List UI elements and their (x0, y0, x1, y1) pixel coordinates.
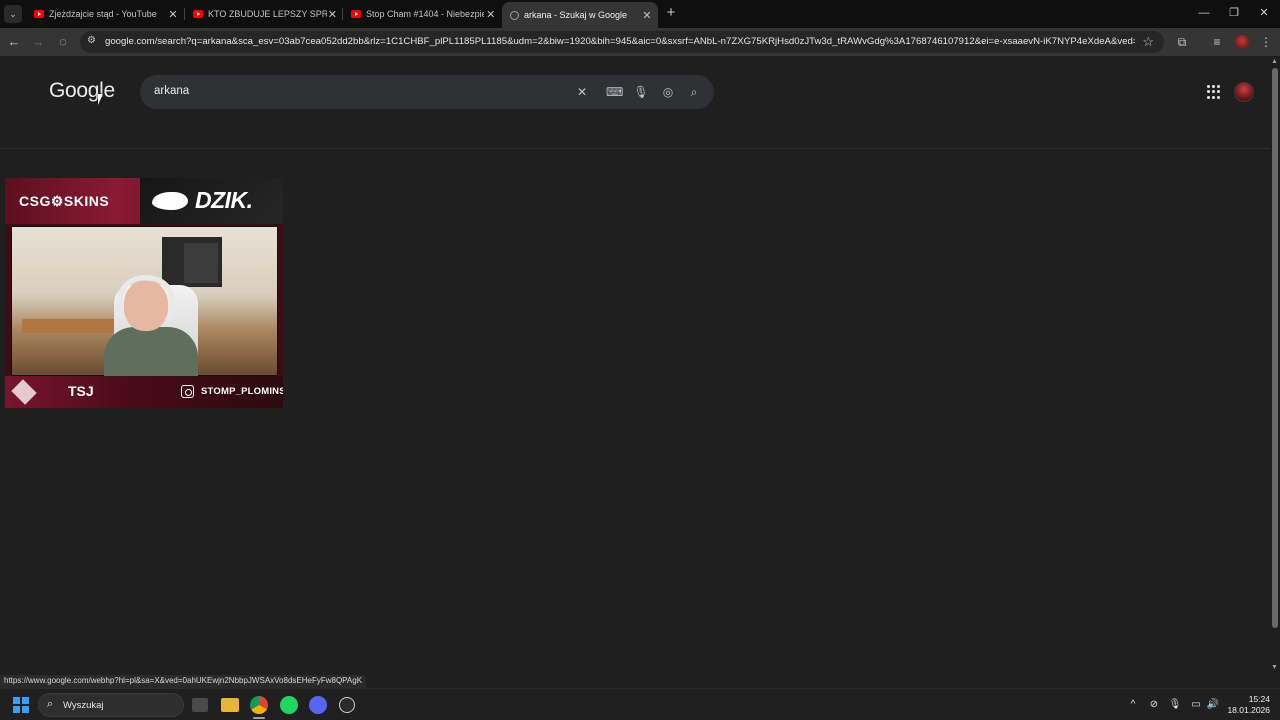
tab-youtube-1[interactable]: Zjeżdżajcie stąd - YouTube ✕ (26, 2, 184, 26)
tab-title: Zjeżdżajcie stąd - YouTube (49, 9, 157, 19)
tab-youtube-2[interactable]: KTO ZBUDUJE LEPSZY SPRZĘT ... ✕ (185, 2, 342, 26)
address-bar[interactable]: ⚙ google.com/search?q=arkana&sca_esv=03a… (80, 31, 1164, 53)
windows-taskbar: ⌕ Wyszukaj ^ ⊘ 🎙 ▭ 🔊 15:24 18.01.2026 (0, 688, 1280, 720)
search-input[interactable]: arkana (154, 85, 189, 97)
file-explorer-icon[interactable] (221, 698, 239, 712)
clear-icon[interactable]: ✕ (574, 84, 590, 100)
tab-title: Stop Cham #1404 - Niebezpiec... (366, 9, 485, 19)
spotify-icon[interactable] (280, 696, 298, 714)
chevron-down-icon: ⌄ (9, 8, 17, 19)
close-icon[interactable]: ✕ (166, 8, 180, 21)
clock[interactable]: 15:24 18.01.2026 (1222, 694, 1270, 716)
account-avatar[interactable] (1234, 82, 1254, 102)
active-app-indicator (253, 717, 265, 719)
restore-icon: ❐ (1229, 7, 1239, 19)
media-control-icon[interactable]: ≡ (1209, 34, 1225, 50)
close-icon[interactable]: ✕ (640, 9, 654, 22)
mouse-cursor-icon (98, 94, 103, 105)
menu-dots-icon[interactable]: ⋮ (1258, 34, 1274, 50)
boar-icon (152, 192, 188, 210)
search-box[interactable]: arkana ✕ ⌨ 🎙 ◎ ⌕ (140, 75, 714, 109)
page-scrollbar[interactable]: ▲ ▼ (1270, 56, 1280, 676)
forward-button[interactable]: → (30, 34, 46, 50)
browser-toolbar: ← → ◌ ⚙ google.com/search?q=arkana&sca_e… (0, 28, 1280, 56)
taskbar-search[interactable]: ⌕ Wyszukaj (38, 693, 184, 717)
youtube-icon (193, 10, 203, 18)
apps-grid-icon[interactable] (1207, 85, 1221, 99)
messenger-icon[interactable] (309, 696, 327, 714)
new-tab-button[interactable]: + (663, 5, 679, 21)
tab-google-search[interactable]: arkana - Szukaj w Google ✕ (502, 2, 658, 28)
microphone-icon[interactable]: 🎙 (633, 84, 649, 100)
minimize-icon: — (1198, 7, 1210, 19)
display-icon[interactable]: ▭ (1189, 698, 1203, 712)
youtube-icon (34, 10, 44, 18)
close-icon[interactable]: ✕ (327, 8, 338, 21)
chrome-icon[interactable] (250, 696, 268, 714)
youtube-icon (351, 10, 361, 18)
taskbar-search-placeholder[interactable]: Wyszukaj (63, 700, 104, 711)
google-logo[interactable]: Google (49, 79, 115, 103)
back-button[interactable]: ← (6, 34, 22, 50)
google-header: Google arkana ✕ ⌨ 🎙 ◎ ⌕ (0, 56, 1270, 149)
close-window-button[interactable]: ✕ (1256, 5, 1272, 21)
volume-icon[interactable]: 🔊 (1206, 698, 1220, 712)
network-icon[interactable]: ⊘ (1147, 698, 1161, 712)
url-text[interactable]: google.com/search?q=arkana&sca_esv=03ab7… (105, 36, 1135, 47)
plus-icon: + (666, 4, 676, 21)
loading-spinner-icon: ◌ (59, 34, 67, 49)
close-icon[interactable]: ✕ (484, 8, 497, 21)
keyboard-icon[interactable]: ⌨ (606, 84, 623, 100)
stop-loading-button[interactable]: ◌ (55, 34, 71, 50)
dzik-logo: DZIK. (195, 187, 253, 213)
chevron-up-icon[interactable]: ^ (1126, 698, 1140, 712)
site-info-icon[interactable]: ⚙ (87, 35, 99, 49)
app-icon[interactable] (339, 697, 355, 713)
arrow-left-icon: ← (7, 34, 21, 49)
bookmark-star-icon[interactable]: ☆ (1142, 34, 1154, 50)
scrollbar-thumb[interactable] (1272, 68, 1278, 628)
close-icon: ✕ (1259, 7, 1269, 19)
tsj-logo: TSJ (68, 383, 94, 399)
status-url-bubble: https://www.google.com/webhp?hl=pl&sa=X&… (0, 675, 367, 688)
task-view-icon[interactable] (192, 698, 208, 712)
csgoskins-logo: CSG⚙SKINS (19, 193, 110, 209)
scroll-down-icon[interactable]: ▼ (1271, 664, 1278, 671)
image-result-thumbnail[interactable]: CSG⚙SKINS DZIK. TSJ STOMP_PLOMINSKI (5, 178, 283, 408)
tab-youtube-3[interactable]: Stop Cham #1404 - Niebezpiec... ✕ (343, 2, 501, 26)
profile-avatar[interactable] (1235, 35, 1249, 49)
poster (184, 243, 218, 283)
extensions-icon[interactable]: ⧉ (1174, 34, 1190, 50)
clock-date: 18.01.2026 (1227, 705, 1270, 715)
instagram-handle: STOMP_PLOMINSKI (201, 386, 283, 397)
headset (118, 275, 174, 319)
instagram-icon (181, 385, 194, 398)
dzik-banner: DZIK. (140, 178, 283, 224)
search-icon: ⌕ (47, 698, 54, 710)
arrow-right-icon: → (31, 34, 45, 49)
tab-strip: ⌄ Zjeżdżajcie stąd - YouTube ✕ KTO ZBUDU… (0, 0, 1280, 28)
tab-title: KTO ZBUDUJE LEPSZY SPRZĘT ... (208, 9, 327, 19)
tab-title: arkana - Szukaj w Google (524, 10, 628, 20)
clock-time: 15:24 (1248, 694, 1270, 704)
google-icon (510, 10, 519, 20)
lens-camera-icon[interactable]: ◎ (660, 84, 676, 100)
search-icon[interactable]: ⌕ (686, 84, 702, 100)
scroll-up-icon[interactable]: ▲ (1271, 58, 1278, 65)
person-shirt (104, 327, 198, 377)
webcam-scene (11, 226, 278, 377)
restore-button[interactable]: ❐ (1226, 5, 1242, 21)
microphone-icon[interactable]: 🎙 (1168, 698, 1182, 712)
minimize-button[interactable]: — (1196, 5, 1212, 21)
tab-search-button[interactable]: ⌄ (4, 5, 22, 23)
windows-start-icon[interactable] (13, 697, 29, 713)
